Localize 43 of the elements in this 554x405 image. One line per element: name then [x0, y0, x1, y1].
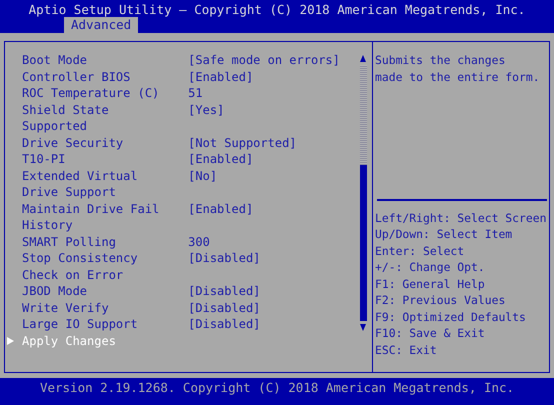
key-hint: F10: Save & Exit: [374, 325, 486, 342]
setting-label[interactable]: Stop Consistency Check on Error: [22, 250, 166, 283]
tab[interactable]: Advanced: [64, 17, 138, 33]
status-bar: Version 2.19.1268. Copyright (C) 2018 American Megatrends, Inc.: [0, 378, 554, 405]
setting-value[interactable]: [Disabled]: [188, 250, 260, 283]
setting-reading: 51: [188, 85, 203, 102]
pointer-icon: [7, 336, 14, 344]
setting-value[interactable]: [Disabled]: [188, 283, 260, 300]
setting-reading: 300: [188, 234, 210, 250]
setting-label[interactable]: Shield State Supported: [22, 102, 166, 134]
key-hint: F1: General Help: [374, 276, 486, 292]
help-text: made to the entire form.: [374, 68, 541, 85]
setting-label[interactable]: JBOD Mode: [22, 283, 166, 300]
help-text: Submits the changes: [374, 52, 506, 68]
setting-label[interactable]: Write Verify: [22, 300, 166, 316]
scroll-down-icon[interactable]: [360, 324, 366, 331]
setting-value[interactable]: [Disabled]: [188, 300, 260, 316]
scrollbar[interactable]: [360, 65, 366, 321]
setting-value[interactable]: [Safe mode on errors]: [188, 52, 340, 68]
key-hint: F9: Optimized Defaults: [374, 308, 527, 325]
key-hint: Up/Down: Select Item: [374, 226, 514, 242]
setting-value[interactable]: [Disabled]: [188, 316, 260, 332]
setting-label[interactable]: ROC Temperature (C): [22, 85, 166, 102]
key-hint: ESC: Exit: [374, 342, 438, 358]
setting-value[interactable]: [Enabled]: [188, 151, 254, 168]
setting-value[interactable]: [Enabled]: [188, 68, 254, 85]
setting-label[interactable]: Drive Security: [22, 134, 166, 151]
setting-label[interactable]: Large IO Support: [22, 316, 166, 332]
setting-label[interactable]: Controller BIOS: [22, 68, 166, 85]
setting-value[interactable]: [Yes]: [188, 102, 224, 134]
setting-value[interactable]: [No]: [188, 168, 218, 200]
key-hint: Enter: Select: [374, 242, 466, 259]
key-hint: F2: Previous Values: [374, 292, 506, 308]
setting-value[interactable]: [Not Supported]: [188, 134, 297, 151]
setting-label[interactable]: T10-PI: [22, 151, 166, 168]
setting-value[interactable]: [Enabled]: [188, 200, 254, 234]
window-title: Aptio Setup Utility – Copyright (C) 2018 American Megatrends, Inc.: [28, 1, 526, 17]
setting-label[interactable]: SMART Polling: [22, 234, 166, 250]
key-hint: +/-: Change Opt.: [374, 259, 486, 276]
key-hint: Left/Right: Select Screen: [374, 210, 548, 226]
setting-label[interactable]: Maintain Drive Fail History: [22, 200, 166, 234]
setting-label[interactable]: Extended Virtual Drive Support: [22, 168, 166, 200]
setting-label[interactable]: Boot Mode: [22, 52, 166, 68]
